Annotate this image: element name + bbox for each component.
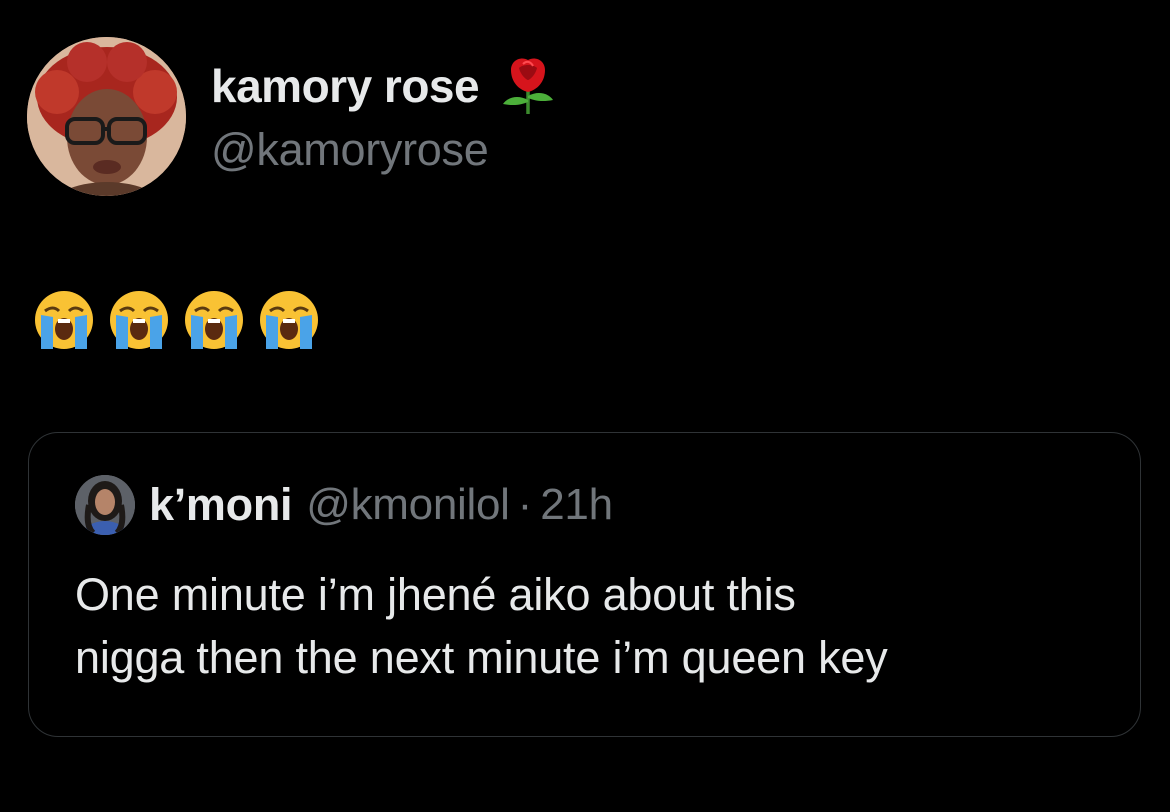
loudly-crying-face-icon	[260, 291, 318, 349]
quoted-author-avatar[interactable]	[75, 475, 135, 535]
quoted-author-name[interactable]: k’moni	[149, 479, 293, 531]
author-display-name[interactable]: kamory rose	[211, 59, 480, 113]
separator-dot: ·	[517, 480, 533, 529]
avatar[interactable]	[27, 37, 186, 196]
tweet: kamory rose @kamoryrose k’moni @kmonilol…	[0, 0, 1170, 812]
loudly-crying-face-icon	[110, 291, 168, 349]
quoted-tweet-text: One minute i’m jhené aiko about this nig…	[75, 569, 888, 683]
tweet-text	[33, 289, 320, 351]
avatar-photo	[27, 37, 186, 196]
quoted-tweet-card[interactable]: k’moni @kmonilol · 21h One minute i’m jh…	[28, 432, 1141, 737]
author-name-row: kamory rose	[211, 58, 557, 114]
loudly-crying-face-icon	[185, 291, 243, 349]
author-handle[interactable]: @kamoryrose	[211, 124, 489, 176]
quoted-author-handle[interactable]: @kmonilol	[306, 480, 510, 530]
loudly-crying-face-icon	[35, 291, 93, 349]
quoted-tweet-header: k’moni @kmonilol · 21h	[75, 475, 613, 535]
rose-icon	[499, 56, 557, 116]
quoted-tweet-timestamp[interactable]: 21h	[540, 480, 613, 530]
